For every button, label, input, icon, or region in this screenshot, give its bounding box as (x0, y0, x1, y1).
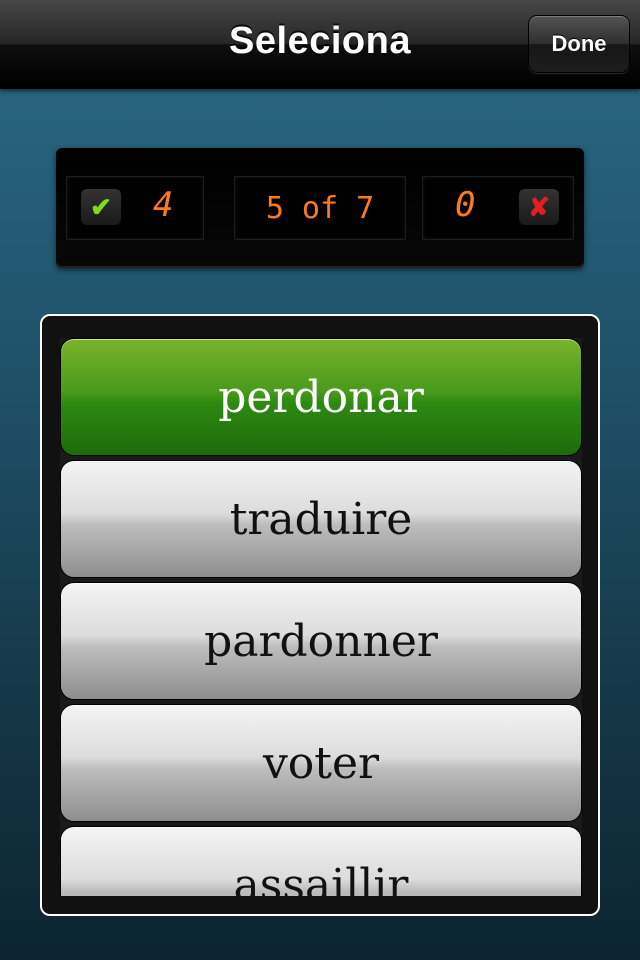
wrong-count: 0 (455, 185, 476, 225)
cross-icon: ✘ (519, 189, 559, 225)
progress-text: 5 of 7 (265, 191, 375, 226)
done-button[interactable]: Done (528, 15, 630, 73)
answer-option[interactable]: perdonar (60, 338, 582, 456)
answer-option[interactable]: assaillir (60, 826, 582, 896)
progress-counter: 5 of 7 (234, 176, 406, 240)
answer-list[interactable]: perdonar traduire pardonner voter assail… (60, 338, 582, 896)
navigation-bar: Seleciona Done (0, 0, 640, 89)
answer-option[interactable]: traduire (60, 460, 582, 578)
answer-card: perdonar traduire pardonner voter assail… (40, 314, 600, 916)
wrong-counter: 0 ✘ (422, 176, 574, 240)
score-panel: ✔ 4 5 of 7 0 ✘ (56, 148, 584, 268)
correct-count: 4 (153, 185, 174, 225)
answer-option[interactable]: voter (60, 704, 582, 822)
answer-option[interactable]: pardonner (60, 582, 582, 700)
checkmark-icon: ✔ (81, 189, 121, 225)
correct-counter: ✔ 4 (66, 176, 204, 240)
